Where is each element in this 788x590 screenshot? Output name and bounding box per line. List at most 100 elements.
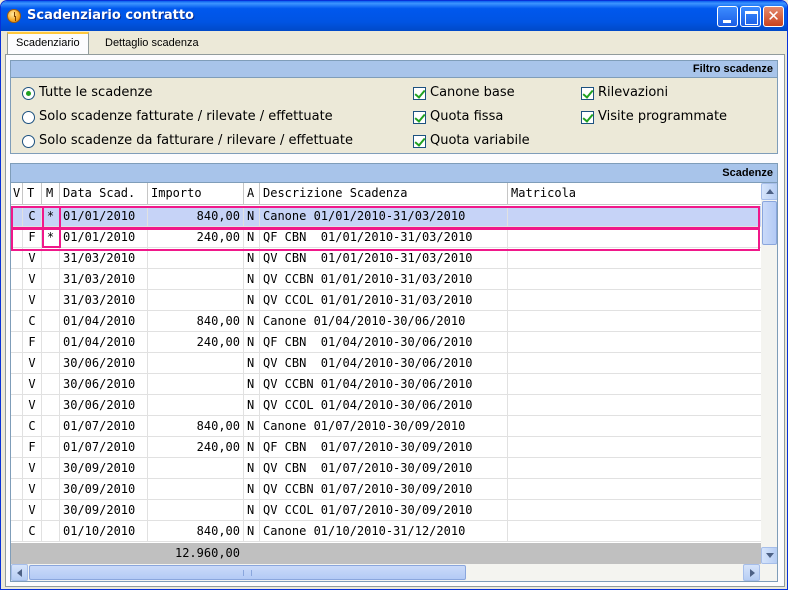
cell-descrizione: QF CBN 01/01/2010-31/03/2010 [260,227,508,247]
vertical-scrollbar[interactable] [761,183,777,564]
scroll-up-icon[interactable] [761,183,777,200]
scroll-right-icon[interactable] [743,564,760,581]
checkbox-label: Canone base [430,85,515,100]
table-row[interactable]: V 31/03/2010 N QV CBN 01/01/2010-31/03/2010 [11,248,761,269]
tab-scadenziario[interactable]: Scadenziario [7,32,89,54]
table-row[interactable]: V 30/09/2010 N QV CCOL 01/07/2010-30/09/201… [11,500,761,521]
radio-button[interactable] [22,87,35,100]
grid-rows: C * 01/01/2010 840,00 N Canone 01/01/2010-31/… [11,206,761,543]
col-header-descrizione[interactable]: Descrizione Scadenza [260,183,508,204]
cell-data: 31/03/2010 [60,290,148,310]
table-row[interactable]: V 31/03/2010 N QV CCBN 01/01/2010-31/03/201… [11,269,761,290]
cell-a: N [244,290,260,310]
cell-m [42,521,60,541]
cell-t: V [23,500,42,520]
cell-m [42,458,60,478]
cell-t: V [23,353,42,373]
col-header-matricola[interactable]: Matricola [508,183,761,204]
minimize-button[interactable] [717,6,738,27]
cell-data: 31/03/2010 [60,248,148,268]
cell-t: V [23,248,42,268]
cell-matricola [508,521,761,541]
cell-importo: 840,00 [148,206,244,226]
cell-t: V [23,395,42,415]
horizontal-scroll-thumb[interactable] [29,565,466,580]
title-bar[interactable]: Scadenziario contratto ✕ [1,1,787,31]
cell-t: C [23,416,42,436]
cell-t: C [23,311,42,331]
cell-v [11,374,23,394]
col-header-m[interactable]: M [42,183,60,204]
scroll-down-icon[interactable] [761,547,777,564]
table-row[interactable]: F 01/04/2010 240,00 N QF CBN 01/04/2010-30/0… [11,332,761,353]
checkbox[interactable] [581,87,594,100]
radio-button[interactable] [22,111,35,124]
col-header-data[interactable]: Data Scad. [60,183,148,204]
col-header-t[interactable]: T [23,183,42,204]
cell-descrizione: Canone 01/07/2010-30/09/2010 [260,416,508,436]
cell-v [11,290,23,310]
checkbox[interactable] [581,111,594,124]
table-row[interactable]: C 01/04/2010 840,00 N Canone 01/04/2010-30/0… [11,311,761,332]
cell-data: 01/10/2010 [60,521,148,541]
cell-v [11,206,23,226]
table-row[interactable]: F * 01/01/2010 240,00 N QF CBN 01/01/2010-31/… [11,227,761,251]
cell-t: V [23,374,42,394]
table-row[interactable]: V 30/06/2010 N QV CBN 01/04/2010-30/06/2010 [11,353,761,374]
app-clock-icon [7,9,21,23]
cell-importo: 240,00 [148,437,244,457]
col-header-v[interactable]: V [11,183,23,204]
checkbox[interactable] [413,135,426,148]
checkbox[interactable] [413,87,426,100]
col-header-a[interactable]: A [244,183,260,204]
cell-m [42,311,60,331]
cell-data: 31/03/2010 [60,269,148,289]
radio-button[interactable] [22,135,35,148]
cell-data: 01/01/2010 [60,206,148,226]
cell-data: 01/07/2010 [60,437,148,457]
cell-v [11,311,23,331]
cell-descrizione: QV CBN 01/01/2010-31/03/2010 [260,248,508,268]
cell-v [11,416,23,436]
horizontal-scrollbar[interactable] [11,564,777,581]
cell-matricola [508,458,761,478]
table-row[interactable]: V 30/09/2010 N QV CBN 01/07/2010-30/09/2010 [11,458,761,479]
tab-dettaglio-scadenza[interactable]: Dettaglio scadenza [97,34,207,54]
table-row[interactable]: V 30/09/2010 N QV CCBN 01/07/2010-30/09/201… [11,479,761,500]
checkbox-label: Rilevazioni [598,85,669,100]
cell-importo [148,479,244,499]
cell-descrizione: QV CBN 01/07/2010-30/09/2010 [260,458,508,478]
cell-importo: 240,00 [148,332,244,352]
cell-descrizione: QV CCBN 01/01/2010-31/03/2010 [260,269,508,289]
cell-matricola [508,248,761,268]
col-header-importo[interactable]: Importo [148,183,244,204]
cell-v [11,437,23,457]
cell-a: N [244,458,260,478]
cell-importo [148,248,244,268]
cell-descrizione: Canone 01/04/2010-30/06/2010 [260,311,508,331]
checkbox-label: Visite programmate [598,109,728,124]
vertical-scroll-thumb[interactable] [762,201,777,245]
table-row[interactable]: C 01/10/2010 840,00 N Canone 01/10/2010-31/1… [11,521,761,542]
table-row[interactable]: V 30/06/2010 N QV CCBN 01/04/2010-30/06/201… [11,374,761,395]
cell-importo [148,458,244,478]
maximize-button[interactable] [740,6,761,27]
table-row[interactable]: V 31/03/2010 N QV CCOL 01/01/2010-31/03/201… [11,290,761,311]
cell-descrizione: QV CCOL 01/07/2010-30/09/2010 [260,500,508,520]
cell-t: C [23,206,42,226]
table-row[interactable]: V 30/06/2010 N QV CCOL 01/04/2010-30/06/201… [11,395,761,416]
cell-v [11,479,23,499]
radio-label: Solo scadenze fatturate / rilevate / eff… [39,109,333,124]
cell-matricola [508,269,761,289]
close-button[interactable]: ✕ [763,6,784,27]
table-row[interactable]: C 01/07/2010 840,00 N Canone 01/07/2010-30/0… [11,416,761,437]
cell-descrizione: Canone 01/01/2010-31/03/2010 [260,206,508,226]
cell-data: 30/06/2010 [60,395,148,415]
checkbox[interactable] [413,111,426,124]
cell-matricola [508,332,761,352]
cell-v [11,458,23,478]
cell-v [11,269,23,289]
scroll-left-icon[interactable] [11,564,28,581]
table-row[interactable]: F 01/07/2010 240,00 N QF CBN 01/07/2010-30/0… [11,437,761,458]
table-row[interactable]: C * 01/01/2010 840,00 N Canone 01/01/2010-31/… [11,206,761,230]
